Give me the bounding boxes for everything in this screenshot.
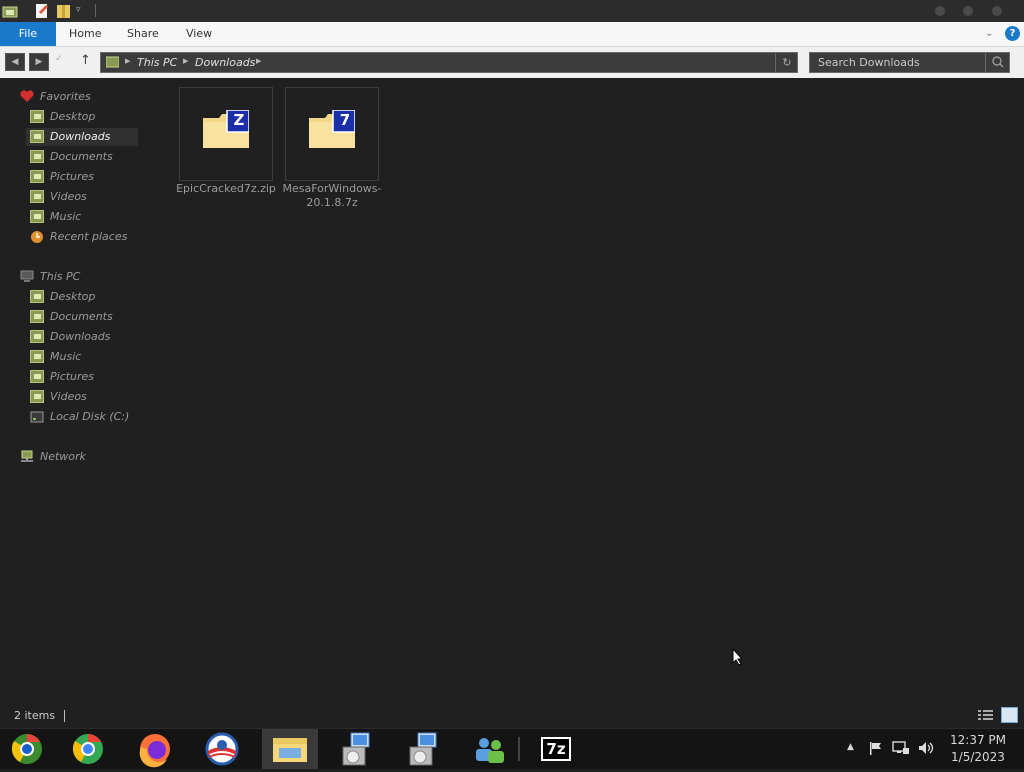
pictures-folder-icon — [30, 170, 44, 183]
videos-folder-icon — [30, 390, 44, 403]
file-name[interactable]: EpicCracked7z.zip — [176, 182, 276, 196]
drive-icon — [30, 410, 44, 423]
clock-time[interactable]: 12:37 PM — [943, 733, 1013, 747]
file-explorer-icon[interactable] — [262, 729, 318, 769]
search-box[interactable]: Search Downloads — [809, 52, 1010, 73]
sidebar-label: This PC — [40, 270, 81, 283]
customize-quick-access-icon[interactable]: ▿ — [76, 5, 92, 21]
sidebar-label: Downloads — [50, 330, 111, 343]
refresh-icon[interactable]: ↻ — [775, 53, 798, 72]
tab-file[interactable]: File — [0, 22, 56, 46]
search-input[interactable]: Search Downloads — [818, 56, 920, 69]
heart-icon — [20, 90, 34, 103]
7zip-icon[interactable]: 7z — [529, 729, 585, 769]
forward-button[interactable]: ▶ — [29, 53, 49, 71]
sidebar-label: Music — [50, 210, 82, 223]
network-icon — [20, 450, 34, 463]
breadcrumb-downloads[interactable]: Downloads — [195, 56, 255, 69]
file-name[interactable]: MesaForWindows-20.1.8.7z — [282, 182, 382, 210]
details-view-icon[interactable] — [978, 708, 994, 725]
status-item-count: 2 items — [14, 709, 56, 722]
archive-badge: Z — [233, 111, 245, 129]
minimize-button[interactable] — [935, 6, 945, 16]
back-button[interactable]: ◀ — [5, 53, 25, 71]
recent-places-icon — [30, 230, 44, 243]
address-bar[interactable]: ▶ This PC ▶ Downloads ▶ ↻ — [100, 52, 798, 73]
downloads-folder-icon — [30, 330, 44, 343]
documents-folder-icon — [30, 310, 44, 323]
tab-view[interactable]: View — [186, 22, 212, 46]
network-tray-icon[interactable] — [892, 740, 910, 759]
up-arrow-icon[interactable]: ↑ — [80, 53, 91, 68]
computer-icon — [20, 270, 34, 283]
sidebar-label: Pictures — [50, 370, 95, 383]
navigation-bar: ◀ ▶ ✓ ↑ ▶ This PC ▶ Downloads ▶ ↻ Search… — [0, 47, 1024, 78]
tab-home[interactable]: Home — [69, 22, 101, 46]
file-item-7z[interactable]: 7 — [285, 87, 379, 181]
volume-icon[interactable] — [917, 740, 935, 759]
sidebar-label: Desktop — [50, 110, 96, 123]
obama-logo-icon[interactable] — [194, 729, 250, 769]
expand-ribbon-icon[interactable]: ⌄ — [985, 22, 993, 46]
recent-locations-icon[interactable]: ✓ — [55, 54, 63, 64]
archive-badge: 7 — [339, 111, 351, 129]
chevron-right-icon: ▶ — [125, 57, 131, 65]
close-button[interactable] — [992, 6, 1002, 16]
pictures-folder-icon — [30, 370, 44, 383]
show-hidden-icons-icon[interactable]: ▲ — [847, 742, 854, 752]
videos-folder-icon — [30, 190, 44, 203]
sidebar-label: Network — [40, 450, 86, 463]
music-folder-icon — [30, 210, 44, 223]
sidebar-label: Documents — [50, 310, 113, 323]
sidebar-label: Favorites — [40, 90, 91, 103]
title-bar: ▿ — [0, 0, 1024, 22]
ribbon: File Home Share View ⌄ ? — [0, 22, 1024, 47]
sidebar-label: Downloads — [50, 130, 111, 143]
breadcrumb-this-pc[interactable]: This PC — [137, 56, 177, 69]
sidebar-label: Local Disk (C:) — [50, 410, 130, 423]
sidebar-label: Pictures — [50, 170, 95, 183]
search-icon[interactable] — [985, 53, 1010, 72]
sidebar-label: Music — [50, 350, 82, 363]
properties-icon[interactable] — [34, 3, 50, 19]
large-icons-view-icon[interactable] — [1001, 707, 1018, 723]
taskbar: 7z ▲ 12:37 PM 1/5/2023 — [0, 728, 1024, 769]
sidebar-label: Documents — [50, 150, 113, 163]
new-folder-icon[interactable] — [56, 3, 72, 19]
taskbar-separator — [518, 737, 520, 761]
help-icon[interactable]: ? — [1005, 26, 1020, 41]
music-folder-icon — [30, 350, 44, 363]
explorer-icon — [2, 3, 18, 19]
desktop-folder-icon — [30, 110, 44, 123]
chevron-right-icon[interactable]: ▶ — [183, 57, 188, 65]
maximize-button[interactable] — [963, 6, 973, 16]
downloads-folder-icon — [30, 130, 44, 143]
separator — [95, 4, 96, 17]
sidebar-label: Desktop — [50, 290, 96, 303]
installer-icon[interactable] — [396, 729, 452, 769]
firefox-icon[interactable] — [127, 729, 183, 769]
chevron-right-icon[interactable]: ▶ — [256, 57, 261, 65]
chrome-icon[interactable] — [60, 729, 116, 769]
action-center-flag-icon[interactable] — [868, 740, 884, 759]
users-icon[interactable] — [462, 729, 518, 769]
sidebar-label: Videos — [50, 390, 87, 403]
installer-icon[interactable] — [329, 729, 385, 769]
file-item-zip[interactable]: Z — [179, 87, 273, 181]
tab-share[interactable]: Share — [127, 22, 159, 46]
sidebar-label: Recent places — [50, 230, 128, 243]
mouse-cursor-icon — [732, 647, 744, 669]
chrome-beta-icon[interactable] — [0, 729, 56, 769]
7zip-label: 7z — [541, 737, 571, 761]
sidebar-label: Videos — [50, 190, 87, 203]
status-separator — [64, 710, 65, 722]
desktop-folder-icon — [30, 290, 44, 303]
this-pc-icon — [105, 56, 120, 68]
documents-folder-icon — [30, 150, 44, 163]
clock-date[interactable]: 1/5/2023 — [943, 750, 1013, 764]
